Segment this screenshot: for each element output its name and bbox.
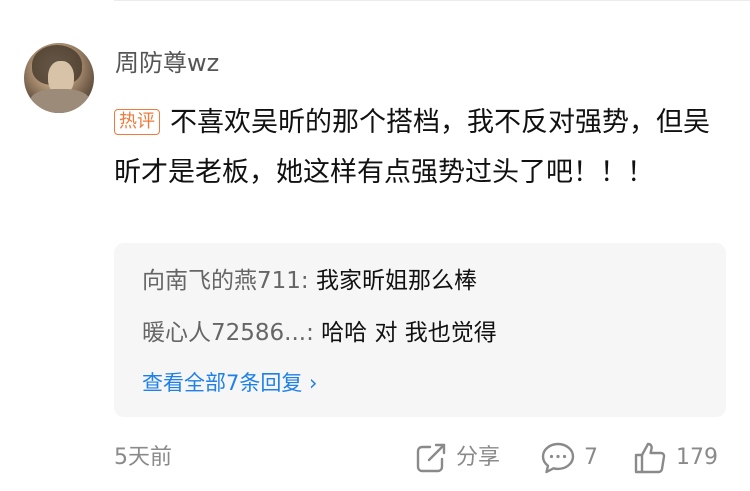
reply-count: 7: [584, 445, 598, 470]
avatar-scarf: [30, 89, 90, 113]
hot-comment-badge: 热评: [114, 109, 160, 135]
thumbs-up-icon: [634, 442, 666, 474]
reply-text: 哈哈 对 我也觉得: [321, 320, 497, 346]
avatar[interactable]: [24, 43, 94, 113]
reply-item[interactable]: 向南飞的燕711: 我家昕姐那么棒: [142, 263, 477, 299]
comment-text: 不喜欢吴昕的那个搭档，我不反对强势，但吴昕才是老板，她这样有点强势过头了吧！！！: [114, 107, 710, 188]
reply-text: 我家昕姐那么棒: [315, 268, 477, 294]
like-count: 179: [676, 445, 718, 470]
reply-author[interactable]: 向南飞的燕711:: [142, 268, 309, 294]
comment-text-block: 热评 不喜欢吴昕的那个搭档，我不反对强势，但吴昕才是老板，她这样有点强势过头了吧！…: [114, 98, 732, 198]
share-button[interactable]: 分享: [414, 440, 500, 476]
share-icon: [416, 443, 446, 473]
comment-icon: [541, 442, 575, 474]
view-all-replies-link[interactable]: 查看全部7条回复 ›: [142, 367, 317, 399]
like-button[interactable]: 179: [632, 440, 718, 476]
comment-button[interactable]: 7: [540, 440, 598, 476]
reply-author[interactable]: 暖心人72586...:: [142, 320, 314, 346]
post-time: 5天前: [114, 445, 172, 470]
replies-box[interactable]: 向南飞的燕711: 我家昕姐那么棒 暖心人72586...: 哈哈 对 我也觉得…: [114, 243, 726, 417]
username[interactable]: 周防尊wz: [115, 46, 219, 80]
share-label: 分享: [456, 445, 501, 470]
top-divider: [114, 0, 750, 1]
reply-item[interactable]: 暖心人72586...: 哈哈 对 我也觉得: [142, 315, 497, 351]
